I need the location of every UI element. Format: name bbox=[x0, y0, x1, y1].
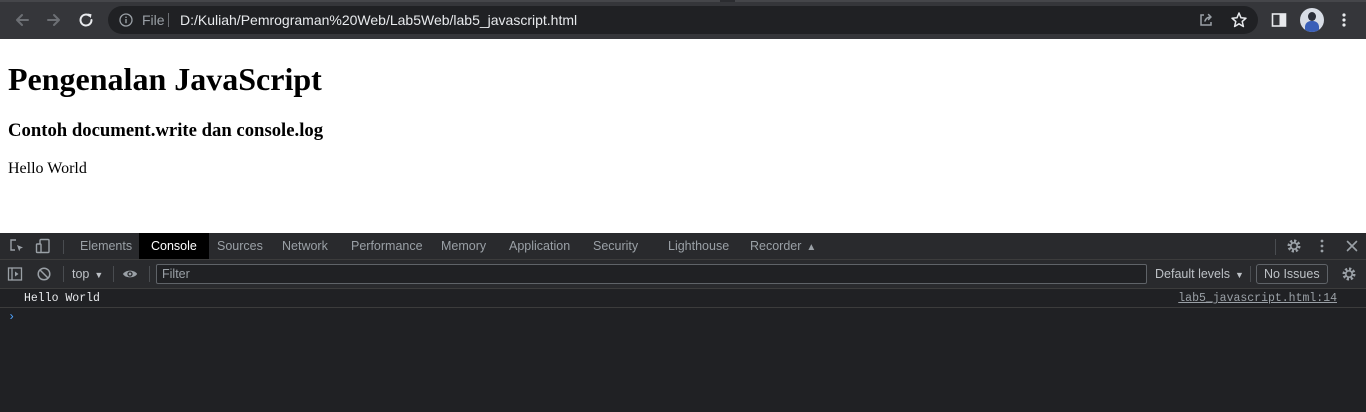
tab-strip-edge bbox=[0, 0, 1366, 2]
tab-network[interactable]: Network bbox=[270, 233, 340, 259]
toolbar-divider bbox=[1275, 239, 1276, 255]
back-button[interactable] bbox=[10, 8, 34, 32]
kebab-menu-icon bbox=[1342, 13, 1346, 27]
kebab-menu-icon bbox=[1320, 239, 1324, 253]
clear-icon bbox=[37, 267, 51, 281]
browser-menu-button[interactable] bbox=[1332, 8, 1356, 32]
tab-application[interactable]: Application bbox=[497, 233, 582, 259]
context-value: top bbox=[72, 267, 90, 281]
reload-button[interactable] bbox=[74, 8, 98, 32]
close-icon bbox=[1346, 240, 1358, 252]
tab-edge-segment bbox=[735, 0, 1366, 2]
issues-button[interactable]: No Issues bbox=[1256, 264, 1328, 284]
browser-toolbar: File D:/Kuliah/Pemrograman%20Web/Lab5Web… bbox=[0, 0, 1366, 39]
toolbar-divider bbox=[113, 266, 114, 282]
info-icon[interactable] bbox=[119, 13, 133, 27]
console-message-source-link[interactable]: lab5_javascript.html:14 bbox=[1178, 292, 1337, 306]
tab-performance[interactable]: Performance bbox=[339, 233, 435, 259]
gear-icon bbox=[1287, 239, 1301, 253]
inspect-element-button[interactable] bbox=[9, 238, 25, 254]
tab-sources[interactable]: Sources bbox=[205, 233, 275, 259]
devtools-tab-bar: Elements Console Sources Network Perform… bbox=[0, 233, 1366, 260]
clear-console-button[interactable] bbox=[36, 266, 52, 282]
caret-down-icon: ▼ bbox=[94, 270, 104, 280]
tab-lighthouse[interactable]: Lighthouse bbox=[656, 233, 741, 259]
tab-recorder-label: Recorder bbox=[750, 239, 802, 253]
console-message: Hello World lab5_javascript.html:14 bbox=[0, 289, 1366, 308]
star-icon[interactable] bbox=[1230, 11, 1248, 29]
devtools-settings-button[interactable] bbox=[1286, 238, 1302, 254]
tab-memory[interactable]: Memory bbox=[429, 233, 498, 259]
avatar[interactable] bbox=[1300, 8, 1324, 32]
page-content: Pengenalan JavaScript Contoh document.wr… bbox=[0, 39, 1366, 233]
log-levels-dropdown[interactable]: Default levels ▼ bbox=[1155, 267, 1244, 283]
url-scheme-label: File bbox=[142, 12, 165, 28]
arrow-right-icon bbox=[47, 14, 60, 26]
gear-icon bbox=[1342, 267, 1356, 281]
avatar-head bbox=[1308, 12, 1316, 21]
tab-elements[interactable]: Elements bbox=[68, 233, 144, 259]
tab-recorder[interactable]: Recorder ▲ bbox=[738, 233, 828, 259]
console-message-text: Hello World bbox=[24, 292, 100, 305]
side-panel-icon bbox=[1271, 13, 1287, 27]
context-selector[interactable]: top ▼ bbox=[72, 267, 103, 283]
inspect-icon bbox=[10, 239, 23, 252]
console-toolbar: top ▼ Default levels ▼ No Issues bbox=[0, 260, 1366, 289]
tab-console[interactable]: Console bbox=[139, 233, 209, 259]
toolbar-divider bbox=[149, 266, 150, 282]
toolbar-divider bbox=[1250, 266, 1251, 282]
page-heading: Pengenalan JavaScript bbox=[8, 61, 322, 97]
page-text: Hello World bbox=[8, 160, 87, 177]
tab-edge-segment bbox=[0, 0, 720, 2]
avatar-body bbox=[1305, 21, 1319, 32]
live-expression-button[interactable] bbox=[122, 266, 138, 282]
devtools-close-button[interactable] bbox=[1344, 238, 1360, 254]
arrow-left-icon bbox=[16, 14, 29, 26]
toolbar-divider bbox=[63, 240, 64, 254]
caret-down-icon: ▼ bbox=[1235, 270, 1244, 280]
console-prompt[interactable]: › bbox=[8, 310, 15, 324]
tab-security[interactable]: Security bbox=[581, 233, 650, 259]
share-icon[interactable] bbox=[1198, 12, 1214, 28]
url-text[interactable]: D:/Kuliah/Pemrograman%20Web/Lab5Web/lab5… bbox=[180, 12, 577, 28]
forward-button[interactable] bbox=[42, 8, 66, 32]
device-toggle-icon bbox=[35, 238, 50, 254]
console-filter[interactable] bbox=[156, 264, 1147, 284]
log-levels-label: Default levels bbox=[1155, 267, 1231, 281]
device-toolbar-button[interactable] bbox=[35, 238, 51, 254]
reload-icon bbox=[79, 13, 93, 27]
console-settings-button[interactable] bbox=[1341, 266, 1357, 282]
address-bar[interactable]: File D:/Kuliah/Pemrograman%20Web/Lab5Web… bbox=[108, 6, 1258, 34]
sidebar-toggle-icon bbox=[7, 267, 23, 281]
eye-icon bbox=[122, 270, 138, 278]
toolbar-divider bbox=[63, 266, 64, 282]
experiment-flask-icon: ▲ bbox=[806, 242, 817, 253]
devtools-menu-button[interactable] bbox=[1314, 238, 1330, 254]
console-sidebar-button[interactable] bbox=[7, 266, 23, 282]
filter-input[interactable] bbox=[157, 265, 1146, 283]
side-panel-button[interactable] bbox=[1267, 8, 1291, 32]
page-subheading: Contoh document.write dan console.log bbox=[8, 120, 324, 141]
devtools-panel: Elements Console Sources Network Perform… bbox=[0, 233, 1366, 412]
url-divider bbox=[168, 13, 169, 27]
